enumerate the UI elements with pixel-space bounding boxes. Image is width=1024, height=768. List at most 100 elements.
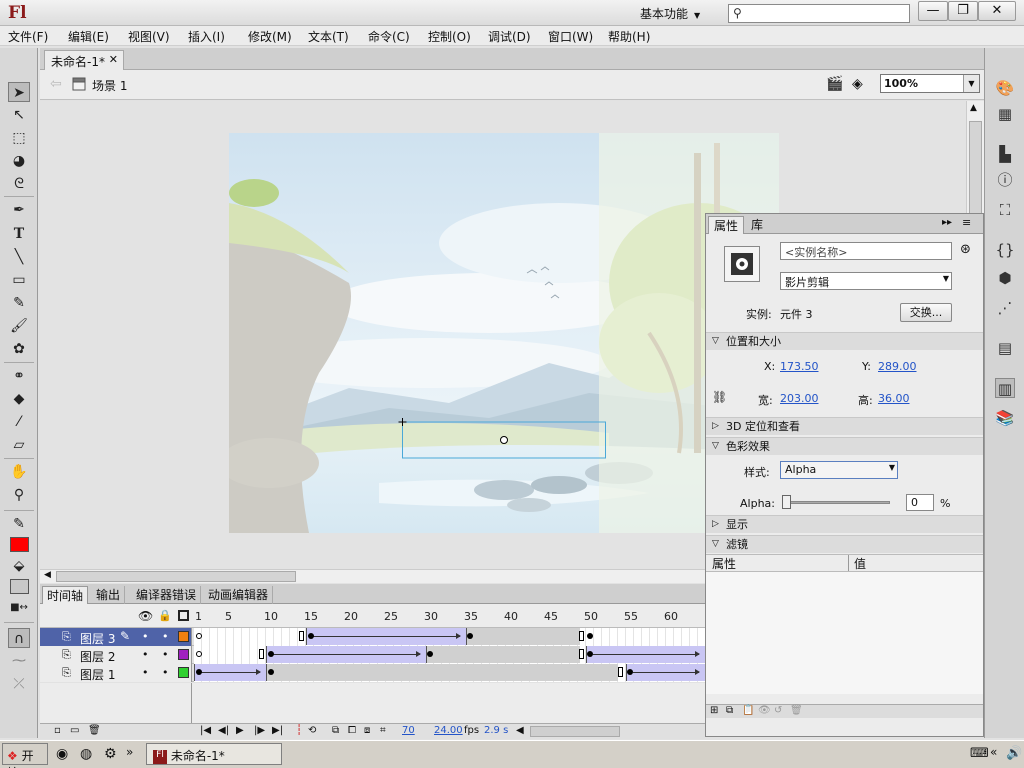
back-arrow-icon[interactable]: ⇦ [50, 76, 62, 92]
motion-presets-icon[interactable]: ⋰ [995, 298, 1015, 318]
menu-commands[interactable]: 命令(C) [368, 28, 410, 45]
settings-icon[interactable]: ⚙ [104, 746, 117, 762]
section-color-effect[interactable]: ▽ 色彩效果 [706, 437, 983, 455]
info-icon[interactable]: ⓘ [995, 170, 1015, 190]
outline-icon[interactable] [178, 610, 189, 621]
chrome-icon[interactable]: ◉ [56, 746, 68, 762]
line-tool-icon[interactable]: ╲ [8, 247, 30, 267]
section-position-size[interactable]: ▽ 位置和大小 [706, 332, 983, 350]
presets-icon[interactable]: ⧉ [726, 705, 733, 716]
volume-icon[interactable]: 🔊 [1006, 746, 1022, 761]
motion-tween[interactable] [626, 664, 705, 681]
lasso-tool-icon[interactable]: ᘓ [8, 174, 30, 194]
section-filters[interactable]: ▽ 滤镜 [706, 535, 983, 553]
modify-onion-markers-icon[interactable]: ⌗ [380, 725, 386, 736]
eye-icon[interactable]: 👁 [138, 609, 153, 623]
delete-filter-icon[interactable]: 🗑 [790, 705, 803, 716]
stroke-color-swatch[interactable] [10, 537, 29, 552]
add-filter-icon[interactable]: ⊞ [710, 705, 718, 716]
alpha-slider-track[interactable] [786, 501, 890, 504]
taskbar-item-flash[interactable]: Fl 未命名-1* [146, 743, 282, 765]
tab-library[interactable]: 库 [746, 216, 768, 234]
fill-color-icon[interactable]: ⬙ [8, 556, 30, 576]
keyboard-icon[interactable]: ⌨ [970, 746, 989, 761]
3d-rotation-tool-icon[interactable]: ◕ [8, 151, 30, 171]
pen-tool-icon[interactable]: ✒ [8, 200, 30, 220]
keyframe[interactable] [268, 669, 274, 675]
scroll-left-icon[interactable]: ◀ [44, 570, 51, 580]
timeline-hscroll-thumb[interactable] [530, 726, 620, 737]
align-icon[interactable]: ▙ [995, 144, 1015, 164]
menu-control[interactable]: 控制(O) [428, 28, 471, 45]
stage[interactable] [229, 133, 779, 533]
layer-frames[interactable] [194, 646, 705, 664]
y-value[interactable]: 289.00 [878, 360, 917, 373]
stroke-color-icon[interactable]: ✎ [8, 514, 30, 534]
menu-debug[interactable]: 调试(D) [488, 28, 531, 45]
lock-icon[interactable]: 🔒 [158, 609, 172, 622]
menu-file[interactable]: 文件(F) [8, 28, 48, 45]
keyframe[interactable] [627, 669, 633, 675]
layer-frames[interactable] [194, 628, 705, 646]
onion-outlines-icon[interactable]: ⧠ [348, 725, 356, 736]
visibility-dot[interactable]: • [142, 666, 149, 679]
menu-text[interactable]: 文本(T) [308, 28, 349, 45]
delete-layer-icon[interactable]: 🗑 [88, 725, 101, 736]
edit-symbols-icon[interactable]: ◈ [852, 76, 863, 92]
visibility-dot[interactable]: • [142, 648, 149, 661]
scroll-left-icon[interactable]: ◀ [516, 725, 524, 736]
menu-view[interactable]: 视图(V) [128, 28, 170, 45]
color-palette-icon[interactable]: 🎨 [995, 78, 1015, 98]
zoom-select[interactable]: 100% ▼ [880, 74, 980, 93]
section-display[interactable]: ▷ 显示 [706, 515, 983, 533]
tab-timeline[interactable]: 时间轴 [42, 586, 89, 604]
tab-properties[interactable]: 属性 [708, 216, 745, 234]
free-transform-tool-icon[interactable]: ⬚ [8, 128, 30, 148]
subselection-tool-icon[interactable]: ↖ [8, 105, 30, 125]
panel-menu-icon[interactable]: ≡ [962, 216, 971, 229]
close-button[interactable]: ✕ [978, 1, 1016, 21]
brush-tool-icon[interactable]: 🖌 [8, 316, 30, 336]
keyframe[interactable] [268, 651, 274, 657]
pencil-tool-icon[interactable]: ✎ [8, 293, 30, 313]
menu-modify[interactable]: 修改(M) [248, 28, 292, 45]
hand-tool-icon[interactable]: ✋ [8, 462, 30, 482]
menu-window[interactable]: 窗口(W) [548, 28, 593, 45]
last-frame-icon[interactable]: ▶| [272, 725, 283, 736]
components-icon[interactable]: ⬢ [995, 268, 1015, 288]
motion-tween[interactable] [266, 646, 426, 663]
keyframe[interactable] [196, 633, 202, 639]
tab-motion-editor[interactable]: 动画编辑器 [204, 586, 274, 604]
eraser-tool-icon[interactable]: ▱ [8, 435, 30, 455]
x-value[interactable]: 173.50 [780, 360, 819, 373]
start-button[interactable]: ❖ 开始 [2, 743, 48, 768]
visibility-icon[interactable]: 👁 [758, 705, 771, 716]
alpha-input[interactable]: 0 [906, 494, 934, 511]
instance-name-input[interactable]: <实例名称> [780, 242, 952, 260]
symbol-type-select[interactable]: 影片剪辑 ▼ [780, 272, 952, 290]
visibility-dot[interactable]: • [142, 630, 149, 643]
keyframe[interactable] [467, 633, 473, 639]
clipboard-icon[interactable]: 📋 [742, 705, 754, 716]
tab-output[interactable]: 输出 [92, 586, 126, 604]
onion-skin-icon[interactable]: ⧉ [332, 725, 339, 736]
menu-insert[interactable]: 插入(I) [188, 28, 225, 45]
next-frame-icon[interactable]: |▶ [254, 725, 265, 736]
collapse-panel-icon[interactable]: ▸▸ [942, 217, 952, 228]
keyframe[interactable] [587, 651, 593, 657]
new-folder-icon[interactable]: ▭ [70, 725, 79, 736]
swap-colors-icon[interactable]: ■↔ [8, 598, 30, 618]
scroll-up-icon[interactable]: ▲ [970, 103, 977, 113]
layer-name-cell[interactable]: ⎘ 图层 1 • • [40, 664, 192, 682]
help-search-input[interactable]: ⚲ [728, 4, 910, 23]
tab-compiler-errors[interactable]: 编译器错误 [132, 586, 202, 604]
paint-bucket-tool-icon[interactable]: ◆ [8, 389, 30, 409]
swatches-icon[interactable]: ▦ [995, 104, 1015, 124]
edit-scene-icon[interactable]: 🎬 [826, 76, 843, 92]
lock-dot[interactable]: • [162, 630, 169, 643]
bone-tool-icon[interactable]: ⚭ [8, 366, 30, 386]
scenes-icon[interactable]: ▤ [995, 338, 1015, 358]
smooth-icon[interactable]: ⁓ [8, 651, 30, 671]
reset-icon[interactable]: ↺ [774, 705, 782, 716]
eyedropper-tool-icon[interactable]: ⁄ [8, 412, 30, 432]
